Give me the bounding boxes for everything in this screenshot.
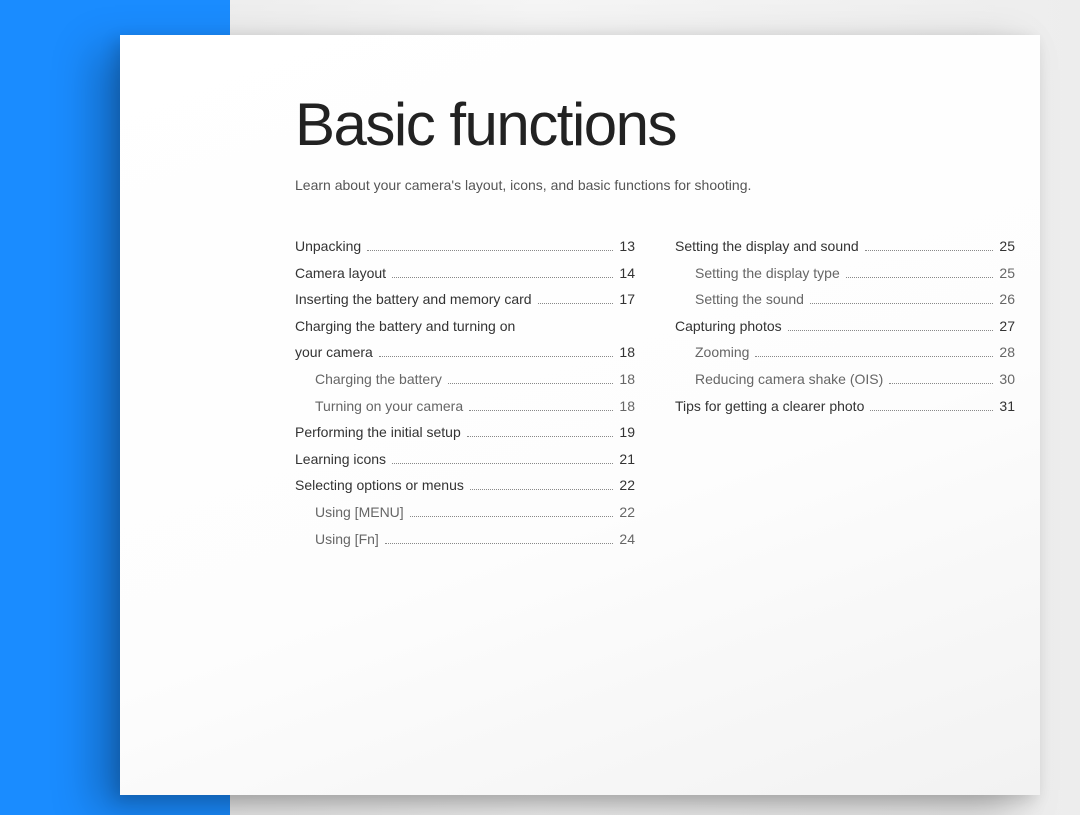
toc-page-number: 27: [999, 313, 1015, 340]
toc-page-number: 28: [999, 339, 1015, 366]
toc-entry[interactable]: Inserting the battery and memory card 17: [295, 286, 635, 313]
toc-page-number: 30: [999, 366, 1015, 393]
toc-entry-label: Inserting the battery and memory card: [295, 286, 532, 313]
toc-page-number: 18: [619, 339, 635, 366]
toc-dots: [385, 543, 614, 544]
toc-dots: [846, 277, 994, 278]
toc-entry[interactable]: Selecting options or menus 22: [295, 472, 635, 499]
toc-page-number: 18: [619, 393, 635, 420]
toc-columns: Unpacking13Camera layout14Inserting the …: [295, 233, 1040, 552]
toc-entry-label: Zooming: [695, 339, 749, 366]
toc-entry-label: Turning on your camera: [315, 393, 463, 420]
toc-entry[interactable]: your camera 18: [295, 339, 635, 366]
toc-entry[interactable]: Capturing photos 27: [675, 313, 1015, 340]
toc-entry[interactable]: Using [MENU] 22: [295, 499, 635, 526]
toc-entry[interactable]: Tips for getting a clearer photo 31: [675, 393, 1015, 420]
toc-entry[interactable]: Setting the sound 26: [675, 286, 1015, 313]
toc-entry-label: Setting the sound: [695, 286, 804, 313]
toc-entry-label: Selecting options or menus: [295, 472, 464, 499]
toc-page-number: 19: [619, 419, 635, 446]
toc-entry-label: Unpacking: [295, 233, 361, 260]
toc-entry[interactable]: Unpacking 13: [295, 233, 635, 260]
toc-entry[interactable]: Reducing camera shake (OIS) 30: [675, 366, 1015, 393]
toc-page-number: 22: [619, 472, 635, 499]
toc-dots: [448, 383, 614, 384]
page-content: Basic functions Learn about your camera'…: [120, 35, 1040, 552]
toc-entry-label: Using [MENU]: [315, 499, 404, 526]
toc-dots: [392, 463, 613, 464]
toc-entry[interactable]: Performing the initial setup 19: [295, 419, 635, 446]
toc-column-right: Setting the display and sound25Setting t…: [675, 233, 1015, 552]
toc-entry[interactable]: Zooming 28: [675, 339, 1015, 366]
toc-page-number: 31: [999, 393, 1015, 420]
toc-entry-label: Using [Fn]: [315, 526, 379, 553]
toc-entry[interactable]: Charging the battery 18: [295, 366, 635, 393]
toc-entry[interactable]: Charging the battery and turning on: [295, 313, 635, 340]
page-title: Basic functions: [295, 90, 1040, 159]
toc-entry-label: Capturing photos: [675, 313, 782, 340]
toc-page-number: 25: [999, 260, 1015, 287]
toc-entry[interactable]: Learning icons 21: [295, 446, 635, 473]
toc-entry[interactable]: Setting the display type 25: [675, 260, 1015, 287]
toc-entry-label: your camera: [295, 339, 373, 366]
toc-entry-label: Tips for getting a clearer photo: [675, 393, 864, 420]
toc-entry-label: Performing the initial setup: [295, 419, 461, 446]
toc-dots: [392, 277, 613, 278]
toc-entry-label: Camera layout: [295, 260, 386, 287]
toc-entry-label: Charging the battery and turning on: [295, 313, 515, 340]
toc-dots: [755, 356, 993, 357]
toc-dots: [379, 356, 614, 357]
toc-entry[interactable]: Using [Fn] 24: [295, 526, 635, 553]
toc-dots: [788, 330, 994, 331]
toc-page-number: 24: [619, 526, 635, 553]
toc-page-number: 13: [619, 233, 635, 260]
toc-dots: [367, 250, 613, 251]
toc-dots: [889, 383, 993, 384]
toc-column-left: Unpacking13Camera layout14Inserting the …: [295, 233, 635, 552]
toc-dots: [538, 303, 614, 304]
toc-dots: [467, 436, 614, 437]
toc-entry-label: Setting the display and sound: [675, 233, 859, 260]
toc-dots: [470, 489, 614, 490]
toc-entry[interactable]: Setting the display and sound 25: [675, 233, 1015, 260]
document-page: Basic functions Learn about your camera'…: [120, 35, 1040, 795]
toc-page-number: 21: [619, 446, 635, 473]
toc-entry-label: Charging the battery: [315, 366, 442, 393]
toc-entry-label: Setting the display type: [695, 260, 840, 287]
toc-dots: [865, 250, 994, 251]
toc-page-number: 18: [619, 366, 635, 393]
toc-dots: [469, 410, 613, 411]
toc-page-number: 17: [619, 286, 635, 313]
toc-entry-label: Reducing camera shake (OIS): [695, 366, 883, 393]
toc-page-number: 25: [999, 233, 1015, 260]
toc-page-number: 26: [999, 286, 1015, 313]
toc-entry[interactable]: Turning on your camera 18: [295, 393, 635, 420]
toc-dots: [410, 516, 614, 517]
toc-entry-label: Learning icons: [295, 446, 386, 473]
toc-page-number: 14: [619, 260, 635, 287]
toc-page-number: 22: [619, 499, 635, 526]
toc-dots: [870, 410, 993, 411]
page-subtitle: Learn about your camera's layout, icons,…: [295, 177, 1040, 193]
toc-entry[interactable]: Camera layout 14: [295, 260, 635, 287]
toc-dots: [810, 303, 993, 304]
